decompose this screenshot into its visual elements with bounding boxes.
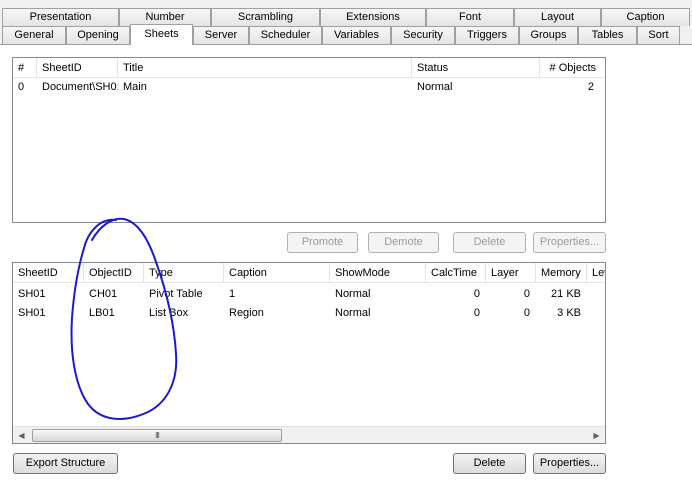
scrollbar-thumb[interactable]: III xyxy=(32,429,282,442)
col-header-sheetid[interactable]: SheetID xyxy=(13,263,84,283)
tab-caption[interactable]: Caption xyxy=(601,8,690,26)
cell-caption: 1 xyxy=(229,288,236,300)
tab-presentation[interactable]: Presentation xyxy=(2,8,119,26)
scroll-right-icon[interactable]: ▶ xyxy=(588,427,605,443)
cell-objects: 2 xyxy=(587,81,594,93)
tab-scheduler[interactable]: Scheduler xyxy=(249,26,322,44)
scroll-left-icon[interactable]: ◀ xyxy=(13,427,30,443)
cell-layer: 0 xyxy=(523,307,530,319)
scrollbar-grip: III xyxy=(155,431,160,440)
tab-extensions[interactable]: Extensions xyxy=(320,8,426,26)
cell-sheetid: SH01 xyxy=(18,288,46,300)
tab-groups[interactable]: Groups xyxy=(519,26,578,44)
tab-opening[interactable]: Opening xyxy=(66,26,130,44)
delete-object-button[interactable]: Delete xyxy=(453,453,526,474)
col-header-objects[interactable]: # Objects xyxy=(540,58,600,78)
cell-showmode: Normal xyxy=(335,288,371,300)
tab-row-2: General Opening Sheets Server Scheduler … xyxy=(0,24,692,45)
tab-row-1: Presentation Number Scrambling Extension… xyxy=(0,8,692,26)
objects-list-header: SheetID ObjectID Type Caption ShowMode C… xyxy=(13,263,605,283)
col-header-sheetid[interactable]: SheetID xyxy=(37,58,118,78)
cell-sheetid: SH01 xyxy=(18,307,46,319)
cell-memory: 3 KB xyxy=(557,307,581,319)
export-structure-button[interactable]: Export Structure xyxy=(13,453,118,474)
cell-level xyxy=(587,304,605,323)
col-header-type[interactable]: Type xyxy=(144,263,224,283)
cell-title: Main xyxy=(123,81,147,93)
cell-type: Pivot Table xyxy=(149,288,203,300)
cell-calctime: 0 xyxy=(473,288,480,300)
cell-showmode: Normal xyxy=(335,307,371,319)
col-header-status[interactable]: Status xyxy=(412,58,540,78)
tab-general[interactable]: General xyxy=(2,26,66,44)
cell-objectid: CH01 xyxy=(89,288,118,300)
sheets-tab-page: # SheetID Title Status # Objects 0 Docum… xyxy=(0,44,692,484)
tab-triggers[interactable]: Triggers xyxy=(455,26,519,44)
delete-sheet-button[interactable]: Delete xyxy=(453,232,526,253)
tab-scrambling[interactable]: Scrambling xyxy=(211,8,320,26)
tab-layout[interactable]: Layout xyxy=(514,8,601,26)
cell-memory: 21 KB xyxy=(551,288,581,300)
sheets-list-header: # SheetID Title Status # Objects xyxy=(13,58,605,78)
cell-type: List Box xyxy=(149,307,189,319)
cell-level xyxy=(587,285,605,304)
cell-layer: 0 xyxy=(523,288,530,300)
tab-security[interactable]: Security xyxy=(391,26,455,44)
col-header-caption[interactable]: Caption xyxy=(224,263,330,283)
col-header-title[interactable]: Title xyxy=(118,58,412,78)
tab-sheets[interactable]: Sheets xyxy=(130,24,193,45)
object-properties-button[interactable]: Properties... xyxy=(533,453,606,474)
col-header-showmode[interactable]: ShowMode xyxy=(330,263,426,283)
tab-sort[interactable]: Sort xyxy=(637,26,680,44)
tab-variables[interactable]: Variables xyxy=(322,26,391,44)
cell-caption: Region xyxy=(229,307,264,319)
cell-number: 0 xyxy=(18,81,25,93)
cell-objectid: LB01 xyxy=(89,307,115,319)
table-row[interactable]: SH01 CH01 Pivot Table 1 Normal 0 0 21 KB xyxy=(13,285,605,304)
cell-status: Normal xyxy=(417,81,453,93)
col-header-number[interactable]: # xyxy=(13,58,37,78)
tab-server[interactable]: Server xyxy=(193,26,249,44)
tab-tables[interactable]: Tables xyxy=(578,26,637,44)
sheet-properties-button[interactable]: Properties... xyxy=(533,232,606,253)
horizontal-scrollbar[interactable]: ◀ III ▶ xyxy=(13,426,605,443)
cell-sheetid: Document\SH01 xyxy=(42,81,118,93)
sheets-list[interactable]: # SheetID Title Status # Objects 0 Docum… xyxy=(12,57,606,223)
table-row[interactable]: SH01 LB01 List Box Region Normal 0 0 3 K… xyxy=(13,304,605,323)
promote-button[interactable]: Promote xyxy=(287,232,358,253)
objects-list[interactable]: SheetID ObjectID Type Caption ShowMode C… xyxy=(12,262,606,444)
col-header-calctime[interactable]: CalcTime xyxy=(426,263,486,283)
cell-calctime: 0 xyxy=(473,307,480,319)
col-header-layer[interactable]: Layer xyxy=(486,263,536,283)
demote-button[interactable]: Demote xyxy=(368,232,439,253)
tab-font[interactable]: Font xyxy=(426,8,514,26)
col-header-level[interactable]: Level xyxy=(587,263,605,283)
table-row[interactable]: 0 Document\SH01 Main Normal 2 xyxy=(13,78,605,97)
col-header-objectid[interactable]: ObjectID xyxy=(84,263,144,283)
col-header-memory[interactable]: Memory xyxy=(536,263,587,283)
